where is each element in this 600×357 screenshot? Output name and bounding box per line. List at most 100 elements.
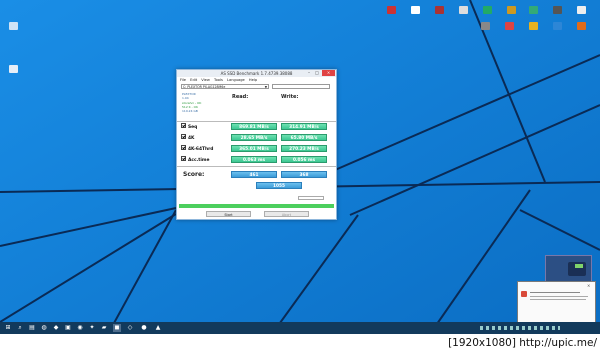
desktop-icon-8[interactable]	[546, 6, 568, 15]
checkbox-4k[interactable]	[181, 134, 186, 139]
tray-icons[interactable]	[480, 326, 560, 330]
desktop-icon-5[interactable]	[476, 6, 498, 15]
desktop-icon-10[interactable]	[474, 22, 496, 31]
desktop-icon-1[interactable]	[380, 6, 402, 15]
row-acctime-label[interactable]: Acc.time	[181, 156, 209, 163]
app-icon[interactable]: ◆	[52, 324, 60, 332]
4k64-read-value: 365.01 MB/s	[231, 145, 277, 152]
desktop-icon-this-pc[interactable]	[2, 22, 24, 31]
computer-icon	[8, 22, 18, 30]
drive-select-value: C: PLEXTOR PX-AG128M6e	[183, 85, 226, 89]
app-icon	[506, 6, 516, 14]
notification-text-line	[530, 296, 588, 297]
desktop-icon-7[interactable]	[522, 6, 544, 15]
file-explorer-icon[interactable]: ▤	[28, 324, 36, 332]
app-icon[interactable]: ▣	[64, 324, 72, 332]
score-total-value: 1055	[256, 182, 302, 189]
row-seq-label[interactable]: Seq	[181, 123, 197, 130]
score-read-value: 461	[231, 171, 277, 178]
score-write-value: 368	[281, 171, 327, 178]
4k-write-value: 65.80 MB/s	[281, 134, 327, 141]
divider	[177, 121, 336, 122]
4k-read-value: 28.65 MB/s	[231, 134, 277, 141]
title-bar[interactable]: AS SSD Benchmark 1.7.4739.38088 – □ ×	[177, 70, 336, 77]
seq-read-value: 869.81 MB/s	[231, 123, 277, 130]
test-path-field[interactable]	[272, 84, 330, 89]
row-4k-label[interactable]: 4K	[181, 134, 194, 141]
desktop-icon-13[interactable]	[546, 22, 568, 31]
app-icon	[552, 22, 562, 30]
acctime-write-value: 0.056 ms	[281, 156, 327, 163]
notification-text-line	[530, 299, 586, 300]
app-icon	[576, 6, 586, 14]
score-label: Score:	[183, 171, 205, 178]
app-icon	[528, 22, 538, 30]
as-ssd-window: AS SSD Benchmark 1.7.4739.38088 – □ × Fi…	[176, 69, 337, 220]
progress-bar	[179, 204, 334, 208]
taskbar: ⊞ ⌕ ▤ ◍ ◆ ▣ ◉ ✦ ▰ ◼ ◇ ● ▲	[0, 322, 600, 334]
desktop-icon-2[interactable]	[404, 6, 426, 15]
desktop-icon-3[interactable]	[428, 6, 450, 15]
drive-info-line: 119.24 GB	[182, 109, 198, 114]
system-monitor-gadget	[545, 255, 592, 283]
gauge-reading	[575, 264, 583, 268]
desktop-icon-6[interactable]	[500, 6, 522, 15]
search-icon[interactable]: ⌕	[16, 324, 24, 332]
desktop-icon-14[interactable]	[570, 22, 592, 31]
app-icon	[458, 6, 468, 14]
app-icon	[552, 6, 562, 14]
write-header: Write:	[281, 94, 299, 100]
app-icon	[504, 22, 514, 30]
browser-icon[interactable]: ◍	[40, 324, 48, 332]
app-icon	[410, 6, 420, 14]
menu-view[interactable]: View	[201, 78, 210, 82]
menu-language[interactable]: Language	[227, 78, 245, 82]
divider	[177, 166, 336, 167]
drive-info: PLEXTOR 1.04 storahci - OK 512 K - OK 11…	[182, 92, 222, 113]
app-icon[interactable]: ✦	[88, 324, 96, 332]
drive-select[interactable]: C: PLEXTOR PX-AG128M6e ▼	[181, 84, 269, 89]
read-header: Read:	[232, 94, 249, 100]
abort-button[interactable]: Abort	[264, 211, 309, 217]
menu-help[interactable]: Help	[249, 78, 257, 82]
acctime-read-value: 0.063 ms	[231, 156, 277, 163]
recycle-bin-icon	[8, 65, 18, 73]
app-icon	[528, 6, 538, 14]
app-icon	[576, 22, 586, 30]
app-icon[interactable]: ◉	[76, 324, 84, 332]
app-icon[interactable]: ▰	[100, 324, 108, 332]
notification-popup[interactable]: ×	[517, 281, 596, 323]
desktop-icon-4[interactable]	[452, 6, 474, 15]
app-icon[interactable]: ▲	[154, 324, 162, 332]
desktop-icon-11[interactable]	[498, 22, 520, 31]
menu-file[interactable]: File	[180, 78, 186, 82]
close-button[interactable]: ×	[322, 70, 335, 76]
row-4k64-label[interactable]: 4K-64Thrd	[181, 145, 213, 152]
minimize-button[interactable]: –	[305, 70, 313, 76]
checkbox-4k64[interactable]	[181, 145, 186, 150]
app-icon	[480, 22, 490, 30]
4k64-write-value: 270.23 MB/s	[281, 145, 327, 152]
app-icon[interactable]: ◇	[126, 324, 134, 332]
desktop-icon-12[interactable]	[522, 22, 544, 31]
seq-write-value: 314.91 MB/s	[281, 123, 327, 130]
close-icon[interactable]: ×	[587, 283, 590, 288]
start-button[interactable]: Start	[206, 211, 251, 217]
menu-edit[interactable]: Edit	[190, 78, 197, 82]
app-icon	[434, 6, 444, 14]
notification-app-icon	[521, 291, 527, 297]
checkbox-seq[interactable]	[181, 123, 186, 128]
menu-bar: File Edit View Tools Language Help	[180, 78, 260, 83]
app-icon[interactable]: ●	[140, 324, 148, 332]
desktop-icon-recycle-bin[interactable]	[2, 65, 24, 74]
menu-tools[interactable]: Tools	[214, 78, 223, 82]
watermark: [1920x1080] http://upic.me/	[448, 337, 597, 349]
app-icon	[482, 6, 492, 14]
checkbox-acctime[interactable]	[181, 156, 186, 161]
maximize-button[interactable]: □	[313, 70, 321, 76]
chevron-down-icon: ▼	[264, 85, 267, 89]
as-ssd-taskbar-icon[interactable]: ◼	[113, 324, 121, 332]
desktop-icon-9[interactable]	[570, 6, 592, 15]
app-icon	[386, 6, 396, 14]
start-icon[interactable]: ⊞	[4, 324, 12, 332]
